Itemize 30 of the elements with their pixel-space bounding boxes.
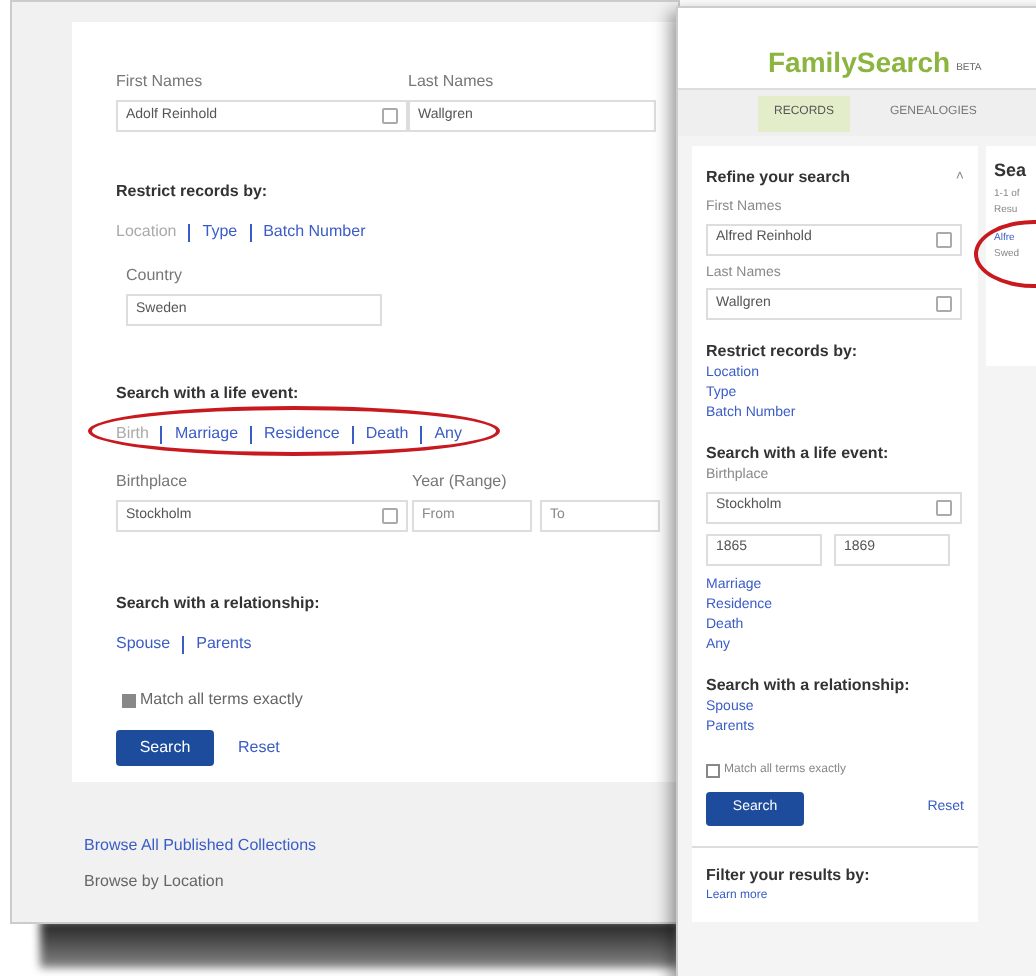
site-logo: FamilySearch xyxy=(768,48,951,76)
results-heading: Sea xyxy=(994,158,1029,184)
filter-link[interactable]: Residence xyxy=(264,422,340,446)
filter-link[interactable]: Parents xyxy=(196,632,252,656)
filter-link[interactable]: Marriage xyxy=(174,422,239,446)
field-label: Last Names xyxy=(408,70,496,94)
reset-link[interactable]: Reset xyxy=(238,736,280,760)
field-label: Birthplace xyxy=(116,470,190,494)
section-heading: Search with a relationship: xyxy=(116,592,322,616)
filter-link[interactable]: Type xyxy=(202,220,238,244)
browse-text: Browse by Location xyxy=(84,870,226,894)
section-heading: Refine your search xyxy=(706,166,851,190)
checkbox-label: Match all terms exactly xyxy=(140,688,303,712)
filter-link[interactable]: Any xyxy=(434,422,462,446)
field-label: First Names xyxy=(116,70,205,94)
checkbox[interactable] xyxy=(706,763,720,777)
section-heading: Search with a life event: xyxy=(116,382,301,406)
field-label: Country xyxy=(126,264,185,288)
collections-link[interactable]: Browse All Published Collections xyxy=(84,834,678,858)
section-heading: Search with a life event: xyxy=(706,442,891,466)
filter-link[interactable]: Batch Number xyxy=(263,220,366,244)
section-heading: Restrict records by: xyxy=(116,180,270,204)
checkbox[interactable] xyxy=(122,693,136,707)
section-heading: Search with a relationship: xyxy=(706,673,912,697)
filter-link[interactable]: Spouse xyxy=(116,632,171,656)
section-heading: Filter your results by: xyxy=(706,863,872,887)
field-label: Year (Range) xyxy=(412,470,509,494)
filter-link[interactable]: Death xyxy=(365,422,409,446)
section-heading: Restrict records by: xyxy=(706,340,860,364)
search-button[interactable]: Search xyxy=(116,730,214,766)
